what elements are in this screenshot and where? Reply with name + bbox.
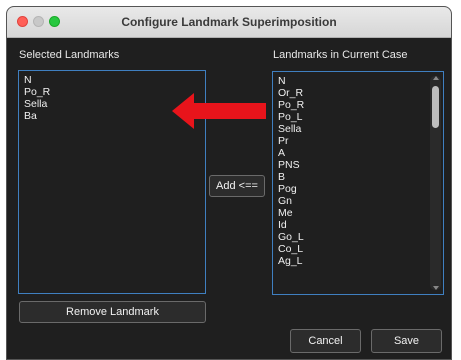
scroll-up-arrow-icon[interactable] <box>433 76 439 80</box>
configure-dialog: Configure Landmark Superimposition Selec… <box>6 6 452 360</box>
scroll-down-arrow-icon[interactable] <box>433 286 439 290</box>
list-item[interactable]: Go_L <box>278 231 443 243</box>
list-item[interactable]: Gn <box>278 195 443 207</box>
list-item[interactable]: Co_L <box>278 243 443 255</box>
remove-landmark-button[interactable]: Remove Landmark <box>19 301 206 323</box>
list-item[interactable]: Or_R <box>278 87 443 99</box>
list-item[interactable]: Sella <box>278 123 443 135</box>
list-item[interactable]: Pog <box>278 183 443 195</box>
list-item[interactable]: PNS <box>278 159 443 171</box>
window-title: Configure Landmark Superimposition <box>121 15 337 29</box>
list-item[interactable]: A <box>278 147 443 159</box>
list-item[interactable]: Me <box>278 207 443 219</box>
list-item[interactable]: N <box>24 74 205 86</box>
list-item[interactable]: N <box>278 75 443 87</box>
current-list-scrollbar[interactable] <box>430 76 441 290</box>
scrollbar-thumb[interactable] <box>432 86 439 128</box>
list-item[interactable]: Ag_L <box>278 255 443 267</box>
list-item[interactable]: Pr <box>278 135 443 147</box>
current-case-landmarks-label: Landmarks in Current Case <box>273 49 408 61</box>
list-item[interactable]: Po_R <box>278 99 443 111</box>
red-arrow-annotation-icon <box>172 93 266 129</box>
save-button[interactable]: Save <box>371 329 442 353</box>
current-case-landmarks-list[interactable]: N Or_R Po_R Po_L Sella Pr A PNS B Pog Gn… <box>272 71 444 295</box>
title-bar: Configure Landmark Superimposition <box>7 7 451 38</box>
list-item[interactable]: B <box>278 171 443 183</box>
list-item[interactable]: Id <box>278 219 443 231</box>
add-landmark-button[interactable]: Add <== <box>209 175 265 197</box>
list-item[interactable]: Po_L <box>278 111 443 123</box>
cancel-button[interactable]: Cancel <box>290 329 361 353</box>
selected-landmarks-label: Selected Landmarks <box>19 49 120 61</box>
